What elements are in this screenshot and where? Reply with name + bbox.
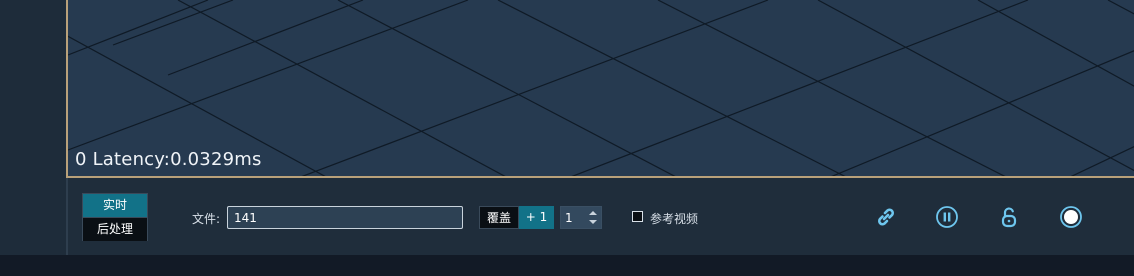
spin-down-arrow-icon[interactable] [589,220,597,224]
playback-toolbar: 实时 后处理 文件: 覆盖 + 1 1 参考视频 [66,178,1134,255]
count-spinner[interactable]: 1 [560,206,602,229]
record-button[interactable] [1058,204,1084,230]
mode-switch: 实时 后处理 [82,193,148,241]
increment-button[interactable]: + 1 [519,206,554,229]
reference-video-label: 参考视频 [650,212,699,226]
left-panel [0,0,66,255]
file-input[interactable] [227,206,463,229]
latency-readout: 0 Latency:0.0329ms [75,149,262,170]
overlay-button[interactable]: 覆盖 [479,206,519,229]
reference-video-checkbox[interactable] [632,211,643,222]
postprocess-mode-button[interactable]: 后处理 [83,217,147,241]
unlock-icon [1001,207,1017,228]
spinner-value: 1 [565,211,573,225]
lock-toggle-button[interactable] [996,204,1022,230]
status-strip [0,255,1134,276]
pause-icon [936,206,958,228]
realtime-mode-button[interactable]: 实时 [83,194,147,217]
file-label: 文件: [192,212,221,226]
pause-button[interactable] [934,204,960,230]
spin-up-arrow-icon[interactable] [589,211,597,215]
link-button[interactable] [873,204,899,230]
record-icon [1060,206,1082,228]
link-icon [878,208,894,226]
3d-viewport[interactable]: 0 Latency:0.0329ms [66,0,1134,178]
